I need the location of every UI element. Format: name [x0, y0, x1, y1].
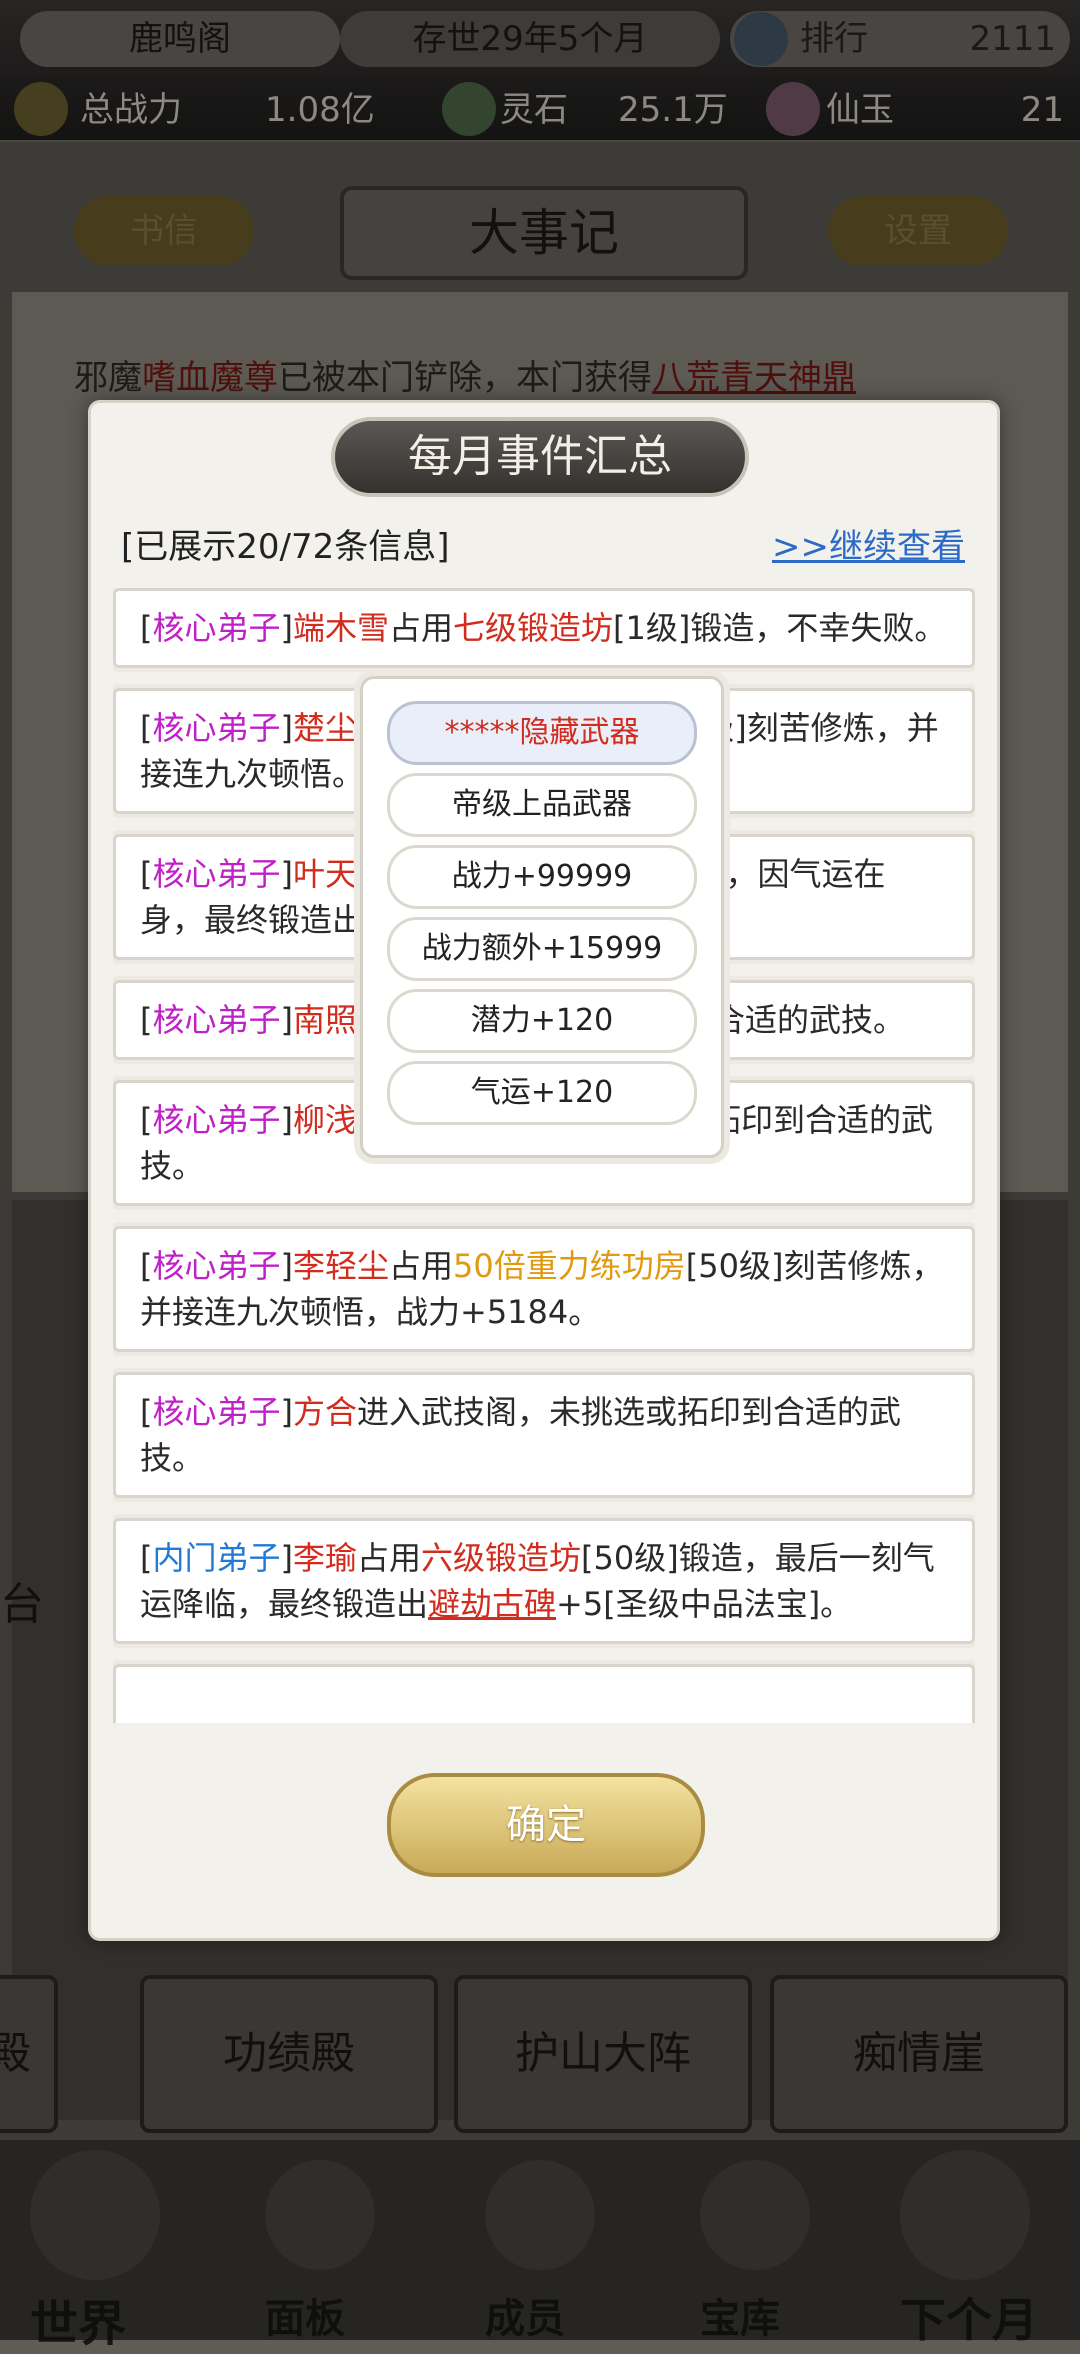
event-item: [核心弟子]方合进入武技阁，未挑选或拓印到合适的武技。 — [113, 1372, 975, 1498]
disciple-role: 内门弟子 — [152, 1539, 281, 1577]
event-verb: 占用 — [357, 1539, 422, 1577]
shown-count: [已展示20/72条信息] — [121, 527, 450, 567]
hidden-weapon-title: *****隐藏武器 — [387, 701, 697, 765]
building-name: 六级锻造坊 — [421, 1539, 582, 1577]
disciple-role: 核心弟子 — [152, 1101, 281, 1139]
treasure-link[interactable]: 避劫古碑 — [428, 1585, 556, 1623]
disciple-name[interactable]: 南照 — [293, 1001, 357, 1039]
disciple-role: 核心弟子 — [152, 1247, 281, 1285]
event-verb: 占用 — [389, 1247, 454, 1285]
building-name: 50倍重力练功房 — [453, 1247, 686, 1285]
disciple-role: 核心弟子 — [152, 609, 281, 647]
disciple-role: 核心弟子 — [152, 1393, 281, 1431]
event-verb: 占用 — [389, 609, 454, 647]
weapon-grade: 帝级上品武器 — [387, 773, 697, 837]
disciple-role: 核心弟子 — [152, 855, 281, 893]
event-item: [核心弟子]李轻尘占用50倍重力练功房[50级]刻苦修炼，并接连九次顿悟，战力+… — [113, 1226, 975, 1352]
weapon-luck: 气运+120 — [387, 1061, 697, 1125]
disciple-name[interactable]: 李轻尘 — [293, 1247, 389, 1285]
disciple-name[interactable]: 楚尘 — [293, 709, 357, 747]
disciple-name[interactable]: 端木雪 — [293, 609, 389, 647]
weapon-extra-power: 战力额外+15999 — [387, 917, 697, 981]
event-item: [核心弟子]端木雪占用七级锻造坊[1级]锻造，不幸失败。 — [113, 588, 975, 668]
disciple-name[interactable]: 李瑜 — [293, 1539, 357, 1577]
weapon-potential: 潜力+120 — [387, 989, 697, 1053]
event-text: [1级]锻造，不幸失败。 — [613, 609, 947, 647]
view-more-link[interactable]: >>继续查看 — [772, 519, 965, 568]
disciple-role: 核心弟子 — [152, 1001, 281, 1039]
weapon-power: 战力+99999 — [387, 845, 697, 909]
event-item: [内门弟子]李瑜占用六级锻造坊[50级]锻造，最后一刻气运降临，最终锻造出避劫古… — [113, 1518, 975, 1644]
event-item-partial — [113, 1664, 975, 1723]
building-name: 七级锻造坊 — [453, 609, 614, 647]
confirm-button[interactable]: 确定 — [387, 1773, 705, 1877]
monthly-summary-dialog: 每月事件汇总 [已展示20/72条信息] >>继续查看 [核心弟子]端木雪占用七… — [88, 400, 1000, 1941]
dialog-title: 每月事件汇总 — [331, 417, 749, 497]
weapon-tooltip: *****隐藏武器 帝级上品武器 战力+99999 战力额外+15999 潜力+… — [360, 676, 724, 1158]
event-text: +5[圣级中品法宝]。 — [556, 1585, 853, 1623]
disciple-role: 核心弟子 — [152, 709, 281, 747]
disciple-name[interactable]: 方合 — [293, 1393, 357, 1431]
disciple-name[interactable]: 叶天 — [293, 855, 357, 893]
